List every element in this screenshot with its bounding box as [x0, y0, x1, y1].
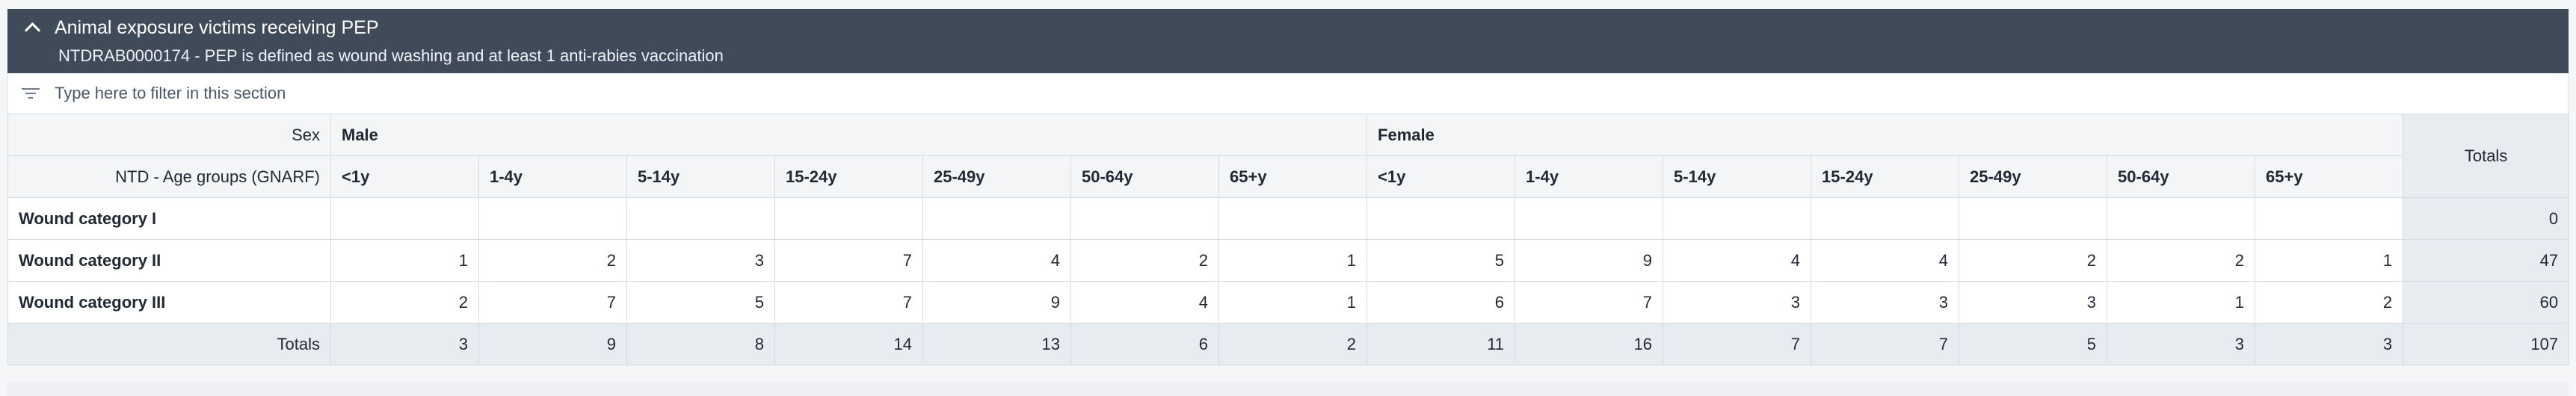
table-cell[interactable]	[330, 197, 479, 240]
row-total-cell[interactable]: 47	[2403, 239, 2570, 282]
column-total-cell[interactable]: 3	[2107, 323, 2256, 365]
table-cell[interactable]: 1	[1218, 239, 1368, 282]
column-total-cell[interactable]: 5	[1959, 323, 2108, 365]
column-total-cell[interactable]: 9	[478, 323, 627, 365]
table-row: Wound category III 2 7 5 7 9 4 1 6 7 3 3…	[7, 281, 2570, 324]
row-total-cell[interactable]: 60	[2403, 281, 2570, 324]
table-cell[interactable]: 9	[922, 281, 1071, 324]
age-header[interactable]: <1y	[1366, 155, 1516, 198]
section-title: Animal exposure victims receiving PEP	[55, 16, 379, 38]
row-total-cell[interactable]: 0	[2403, 197, 2570, 240]
totals-row: Totals 3 9 8 14 13 6 2 11 16 7 7 5 3 3 1…	[7, 323, 2570, 365]
table-cell[interactable]	[478, 197, 627, 240]
section-divider	[7, 383, 2569, 396]
table-cell[interactable]	[2255, 197, 2404, 240]
table-cell[interactable]: 3	[1663, 281, 1812, 324]
table-cell[interactable]: 3	[626, 239, 775, 282]
table-cell[interactable]: 4	[1663, 239, 1812, 282]
table-cell[interactable]: 2	[330, 281, 479, 324]
age-header[interactable]: 5-14y	[1663, 155, 1812, 198]
table-cell[interactable]: 2	[1959, 239, 2108, 282]
row-label: Wound category I	[7, 197, 331, 240]
age-header[interactable]: 15-24y	[1811, 155, 1960, 198]
table-cell[interactable]: 4	[1811, 239, 1960, 282]
age-header[interactable]: 65+y	[1218, 155, 1368, 198]
age-header[interactable]: 1-4y	[478, 155, 627, 198]
column-total-cell[interactable]: 3	[330, 323, 479, 365]
grand-total-cell[interactable]: 107	[2403, 323, 2570, 365]
table-cell[interactable]	[922, 197, 1071, 240]
totals-row-label: Totals	[7, 323, 331, 365]
age-header[interactable]: 25-49y	[1959, 155, 2108, 198]
table-cell[interactable]: 2	[2255, 281, 2404, 324]
age-header[interactable]: 1-4y	[1515, 155, 1664, 198]
sex-header-male[interactable]: Male	[330, 114, 1368, 156]
sex-header-row: Sex Male Female Totals	[7, 114, 2570, 198]
table-cell[interactable]: 2	[1070, 239, 1219, 282]
filter-icon	[22, 87, 40, 100]
table-cell[interactable]	[626, 197, 775, 240]
table-cell[interactable]: 4	[1070, 281, 1219, 324]
row-label: Wound category II	[7, 239, 331, 282]
filter-bar	[7, 73, 2569, 114]
table-cell[interactable]	[1366, 197, 1516, 240]
column-total-cell[interactable]: 2	[1218, 323, 1368, 365]
table-cell[interactable]: 6	[1366, 281, 1516, 324]
table-cell[interactable]: 1	[2255, 239, 2404, 282]
table-cell[interactable]	[1070, 197, 1219, 240]
table-row: Wound category I 0	[7, 197, 2570, 240]
table-cell[interactable]: 7	[1515, 281, 1664, 324]
pivot-section: Animal exposure victims receiving PEP NT…	[7, 9, 2570, 365]
age-header[interactable]: 65+y	[2255, 155, 2404, 198]
column-total-cell[interactable]: 7	[1811, 323, 1960, 365]
age-header[interactable]: <1y	[330, 155, 479, 198]
column-total-cell[interactable]: 8	[626, 323, 775, 365]
totals-column-header[interactable]: Totals	[2403, 114, 2570, 198]
age-dimension-label: NTD - Age groups (GNARF)	[7, 155, 331, 198]
table-cell[interactable]	[1218, 197, 1368, 240]
section-description: NTDRAB0000174 - PEP is defined as wound …	[58, 46, 724, 65]
column-total-cell[interactable]: 14	[774, 323, 923, 365]
table-cell[interactable]: 2	[478, 239, 627, 282]
chevron-up-icon[interactable]	[24, 22, 41, 38]
table-cell[interactable]: 7	[774, 281, 923, 324]
age-header[interactable]: 15-24y	[774, 155, 923, 198]
section-header[interactable]: Animal exposure victims receiving PEP NT…	[7, 9, 2569, 73]
sex-header-female[interactable]: Female	[1366, 114, 2404, 156]
table-cell[interactable]: 7	[478, 281, 627, 324]
table-row: Wound category II 1 2 3 7 4 2 1 5 9 4 4 …	[7, 239, 2570, 282]
table-cell[interactable]	[774, 197, 923, 240]
table-cell[interactable]	[1515, 197, 1664, 240]
table-cell[interactable]	[1663, 197, 1812, 240]
table-cell[interactable]: 5	[626, 281, 775, 324]
table-cell[interactable]: 9	[1515, 239, 1664, 282]
sex-dimension-label: Sex	[7, 114, 331, 156]
column-total-cell[interactable]: 11	[1366, 323, 1516, 365]
table-cell[interactable]	[1959, 197, 2108, 240]
age-header[interactable]: 5-14y	[626, 155, 775, 198]
table-cell[interactable]: 4	[922, 239, 1071, 282]
age-header[interactable]: 25-49y	[922, 155, 1071, 198]
column-total-cell[interactable]: 3	[2255, 323, 2404, 365]
row-label: Wound category III	[7, 281, 331, 324]
age-header[interactable]: 50-64y	[2107, 155, 2256, 198]
table-cell[interactable]: 2	[2107, 239, 2256, 282]
column-total-cell[interactable]: 6	[1070, 323, 1219, 365]
table-cell[interactable]: 1	[1218, 281, 1368, 324]
filter-input[interactable]	[53, 83, 729, 104]
column-total-cell[interactable]: 16	[1515, 323, 1664, 365]
table-cell[interactable]: 1	[330, 239, 479, 282]
table-cell[interactable]: 5	[1366, 239, 1516, 282]
table-cell[interactable]: 3	[1959, 281, 2108, 324]
column-total-cell[interactable]: 13	[922, 323, 1071, 365]
age-header-row: NTD - Age groups (GNARF) <1y 1-4y 5-14y …	[7, 155, 2569, 198]
pivot-table: Sex Male Female Totals NTD - Age groups …	[7, 114, 2570, 365]
column-total-cell[interactable]: 7	[1663, 323, 1812, 365]
table-cell[interactable]	[2107, 197, 2256, 240]
table-cell[interactable]: 1	[2107, 281, 2256, 324]
age-header[interactable]: 50-64y	[1070, 155, 1219, 198]
table-cell[interactable]: 3	[1811, 281, 1960, 324]
table-cell[interactable]	[1811, 197, 1960, 240]
table-cell[interactable]: 7	[774, 239, 923, 282]
